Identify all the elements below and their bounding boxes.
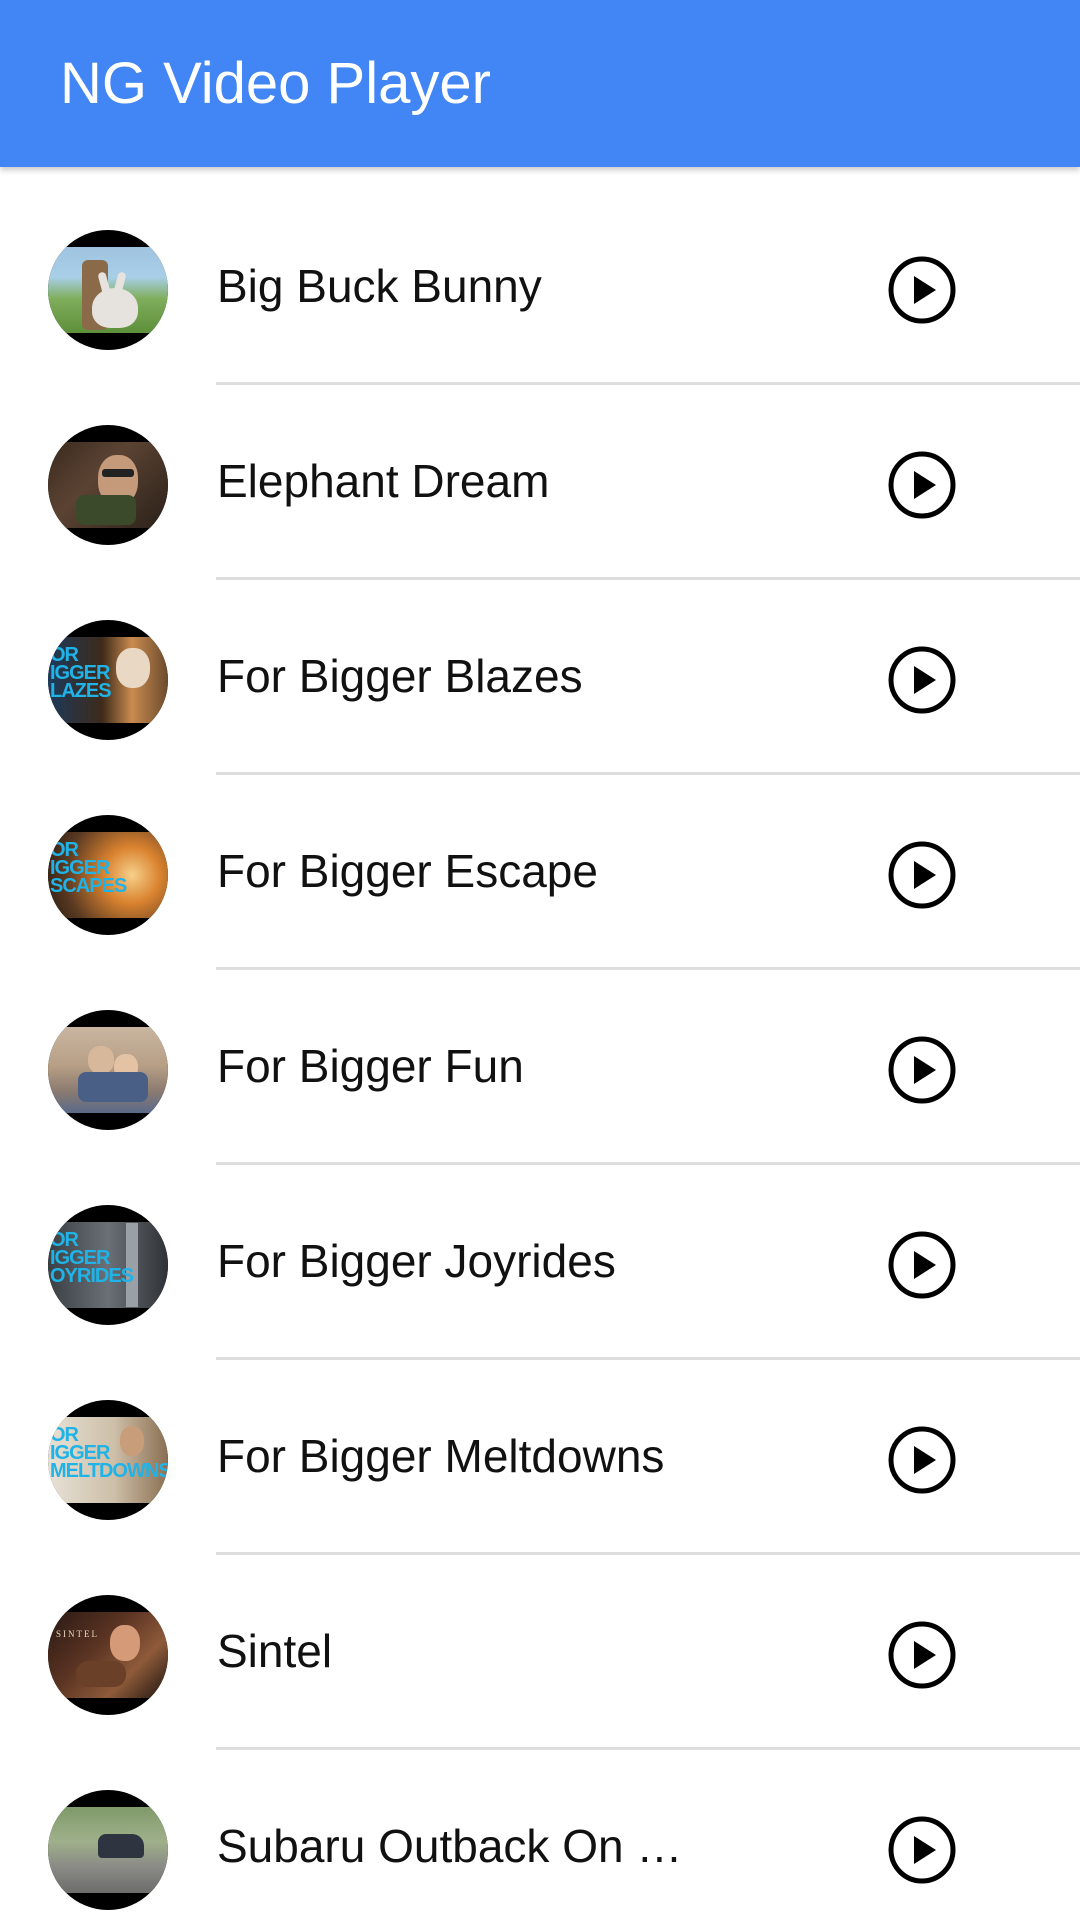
video-thumbnail: OR IGGER MELTDOWNS — [48, 1400, 168, 1520]
play-button[interactable] — [886, 644, 958, 716]
play-button[interactable] — [886, 254, 958, 326]
play-button[interactable] — [886, 1229, 958, 1301]
video-list-item[interactable]: SINTEL Sintel — [0, 1555, 1080, 1750]
video-thumbnail — [48, 230, 168, 350]
video-title: Sintel — [217, 1625, 333, 1677]
thumbnail-caption: OR IGGER SCAPES — [50, 839, 127, 897]
video-list-item[interactable]: OR IGGER OYRIDES For Bigger Joyrides — [0, 1165, 1080, 1360]
play-circle-icon — [888, 1231, 956, 1299]
app-bar: NG Video Player — [0, 0, 1080, 167]
video-list-item[interactable]: OR IGGER MELTDOWNS For Bigger Meltdowns — [0, 1360, 1080, 1555]
play-circle-icon — [888, 256, 956, 324]
video-list-item[interactable]: Elephant Dream — [0, 385, 1080, 580]
play-button[interactable] — [886, 1034, 958, 1106]
video-title: For Bigger Escape — [217, 845, 598, 897]
app-screen: NG Video Player Big Buck Bunny Elephant … — [0, 0, 1080, 1920]
video-thumbnail — [48, 1790, 168, 1910]
play-button[interactable] — [886, 1814, 958, 1886]
video-list-item[interactable]: OR IGGER SCAPES For Bigger Escape — [0, 775, 1080, 970]
app-title: NG Video Player — [60, 51, 491, 116]
video-title: For Bigger Blazes — [217, 650, 583, 702]
video-title: Subaru Outback On … — [217, 1820, 683, 1872]
play-circle-icon — [888, 646, 956, 714]
play-button[interactable] — [886, 449, 958, 521]
video-title: For Bigger Meltdowns — [217, 1430, 665, 1482]
play-circle-icon — [888, 841, 956, 909]
play-circle-icon — [888, 1816, 956, 1884]
play-button[interactable] — [886, 1424, 958, 1496]
video-thumbnail — [48, 425, 168, 545]
video-title: Elephant Dream — [217, 455, 550, 507]
video-list[interactable]: Big Buck Bunny Elephant Dream OR IGGER L… — [0, 190, 1080, 1920]
video-list-item[interactable]: Big Buck Bunny — [0, 190, 1080, 385]
play-circle-icon — [888, 1036, 956, 1104]
video-thumbnail: OR IGGER SCAPES — [48, 815, 168, 935]
video-thumbnail: OR IGGER OYRIDES — [48, 1205, 168, 1325]
play-circle-icon — [888, 1621, 956, 1689]
play-button[interactable] — [886, 839, 958, 911]
thumbnail-caption: OR IGGER MELTDOWNS — [50, 1424, 168, 1482]
play-circle-icon — [888, 1426, 956, 1494]
video-list-item[interactable]: OR IGGER LAZES For Bigger Blazes — [0, 580, 1080, 775]
play-button[interactable] — [886, 1619, 958, 1691]
video-thumbnail: SINTEL — [48, 1595, 168, 1715]
video-title: Big Buck Bunny — [217, 260, 542, 312]
video-thumbnail — [48, 1010, 168, 1130]
video-list-item[interactable]: Subaru Outback On … — [0, 1750, 1080, 1920]
video-title: For Bigger Fun — [217, 1040, 524, 1092]
thumbnail-caption: OR IGGER LAZES — [50, 644, 112, 702]
video-title: For Bigger Joyrides — [217, 1235, 616, 1287]
play-circle-icon — [888, 451, 956, 519]
video-list-item[interactable]: For Bigger Fun — [0, 970, 1080, 1165]
thumbnail-caption: SINTEL — [56, 1629, 99, 1639]
thumbnail-caption: OR IGGER OYRIDES — [50, 1229, 134, 1287]
video-thumbnail: OR IGGER LAZES — [48, 620, 168, 740]
